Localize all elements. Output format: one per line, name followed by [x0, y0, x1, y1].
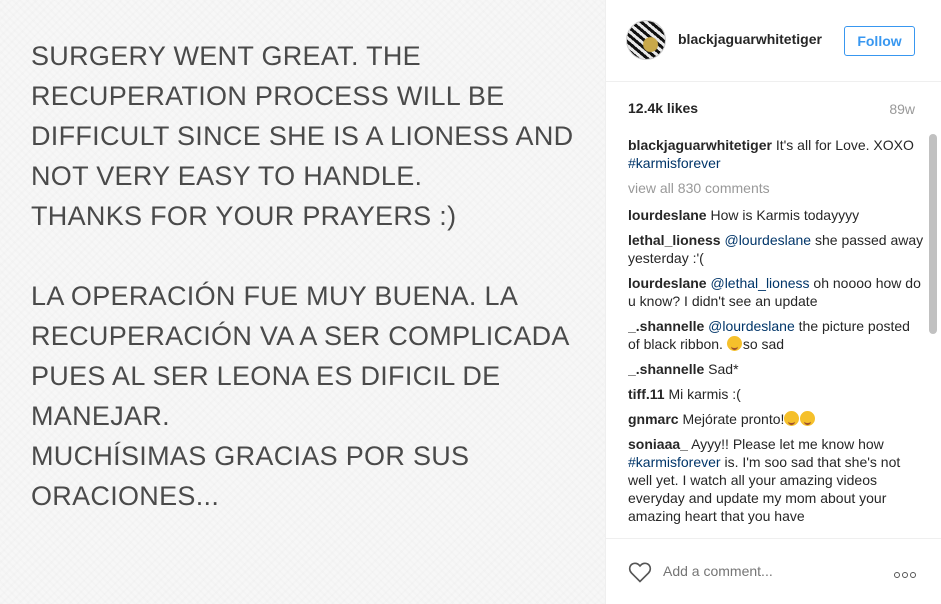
cat-emoji-icon — [784, 411, 800, 426]
comment-text: Mejórate pronto! — [682, 411, 785, 427]
image-text-line: LA OPERACIÓN FUE MUY BUENA. LA — [31, 281, 519, 311]
comment-footer — [606, 538, 941, 604]
comment-text-after: so sad — [742, 336, 785, 352]
image-text-line: SURGERY WENT GREAT. THE — [31, 41, 421, 71]
image-text-line: MANEJAR. — [31, 401, 170, 431]
image-text-line: ORACIONES... — [31, 481, 220, 511]
comment-username[interactable]: _.shannelle — [628, 361, 704, 377]
heart-icon[interactable] — [628, 561, 652, 583]
mention-link[interactable]: @lourdeslane — [724, 232, 811, 248]
comment-username[interactable]: soniaaa_ — [628, 436, 688, 452]
avatar[interactable] — [626, 20, 666, 60]
list-item: lourdeslane How is Karmis todayyyy — [628, 206, 924, 224]
comment-username[interactable]: _.shannelle — [628, 318, 704, 334]
comment-text: Ayyy!! Please let me know how — [691, 436, 884, 452]
heart-eyes-emoji-icon — [800, 411, 816, 426]
image-text-line: RECUPERATION PROCESS WILL BE — [31, 81, 505, 111]
comment-text: How is Karmis todayyyy — [710, 207, 860, 223]
mention-link[interactable]: @lourdeslane — [708, 318, 795, 334]
view-all-comments-link[interactable]: view all 830 comments — [628, 179, 924, 197]
comments-list: blackjaguarwhitetiger It's all for Love.… — [628, 136, 924, 536]
list-item: _.shannelle @lourdeslane the picture pos… — [628, 317, 924, 353]
comments-scrollbar[interactable] — [929, 134, 937, 334]
list-item: tiff.11 Mi karmis :( — [628, 385, 924, 403]
image-text-line: MUCHÍSIMAS GRACIAS POR SUS — [31, 441, 470, 471]
list-item: lourdeslane @lethal_lioness oh noooo how… — [628, 274, 924, 310]
likes-count[interactable]: 12.4k likes — [628, 100, 698, 116]
image-text-line: PUES AL SER LEONA ES DIFICIL DE — [31, 361, 501, 391]
caption: blackjaguarwhitetiger It's all for Love.… — [628, 136, 924, 172]
image-text-gap — [31, 236, 605, 276]
post-timestamp[interactable]: 89w — [889, 101, 915, 117]
comment-username[interactable]: gnmarc — [628, 411, 679, 427]
comment-text: Mi karmis :( — [668, 386, 741, 402]
image-text-line: DIFFICULT SINCE SHE IS A LIONESS AND — [31, 121, 574, 151]
more-options-icon[interactable] — [892, 570, 916, 581]
hashtag-link[interactable]: #karmisforever — [628, 454, 721, 470]
comment-username[interactable]: lethal_lioness — [628, 232, 721, 248]
mention-link[interactable]: @lethal_lioness — [710, 275, 809, 291]
crying-cat-emoji-icon — [726, 336, 742, 351]
comment-username[interactable]: lourdeslane — [628, 207, 707, 223]
list-item: lethal_lioness @lourdeslane she passed a… — [628, 231, 924, 267]
post-image: SURGERY WENT GREAT. THE RECUPERATION PRO… — [0, 0, 605, 604]
follow-button[interactable]: Follow — [844, 26, 915, 56]
comment-username[interactable]: blackjaguarwhitetiger — [628, 137, 772, 153]
image-text-line: NOT VERY EASY TO HANDLE. — [31, 161, 423, 191]
header-username[interactable]: blackjaguarwhitetiger — [678, 31, 822, 47]
caption-text: It's all for Love. XOXO — [775, 137, 914, 153]
image-text-line: THANKS FOR YOUR PRAYERS :) — [31, 201, 457, 231]
comment-text: Sad* — [708, 361, 739, 377]
image-text-line: RECUPERACIÓN VA A SER COMPLICADA — [31, 321, 570, 351]
list-item: gnmarc Mejórate pronto! — [628, 410, 924, 428]
comment-username[interactable]: lourdeslane — [628, 275, 707, 291]
post-header: blackjaguarwhitetiger Follow — [606, 0, 941, 82]
list-item: soniaaa_ Ayyy!! Please let me know how #… — [628, 435, 924, 525]
comment-username[interactable]: tiff.11 — [628, 386, 665, 402]
hashtag-link[interactable]: #karmisforever — [628, 155, 721, 171]
post-side-panel: blackjaguarwhitetiger Follow 12.4k likes… — [605, 0, 941, 604]
list-item: _.shannelle Sad* — [628, 360, 924, 378]
add-comment-input[interactable] — [663, 561, 883, 581]
